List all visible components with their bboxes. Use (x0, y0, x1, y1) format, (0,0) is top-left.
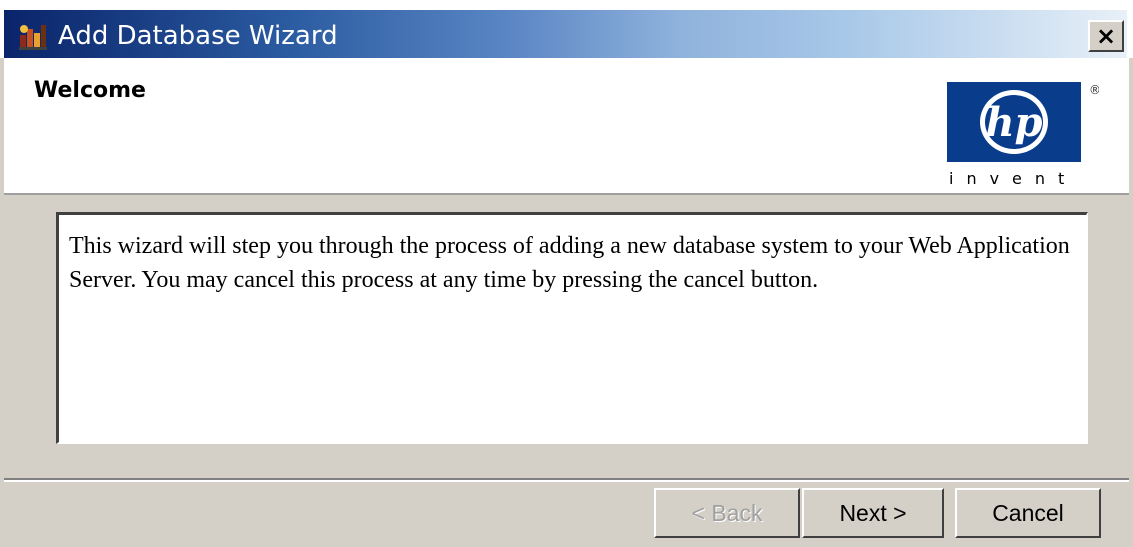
database-wizard-icon (19, 25, 47, 50)
wizard-header: Welcome hp ® invent (4, 58, 1129, 195)
window-title: Add Database Wizard (58, 21, 338, 51)
welcome-text-panel: This wizard will step you through the pr… (56, 212, 1088, 444)
title-bar[interactable]: Add Database Wizard × (0, 0, 1133, 58)
page-title: Welcome (34, 78, 146, 103)
cancel-button[interactable]: Cancel (955, 488, 1101, 538)
svg-text:hp: hp (985, 99, 1042, 146)
hp-invent-logo: hp ® invent (947, 82, 1099, 188)
svg-text:invent: invent (949, 169, 1077, 188)
wizard-window: Add Database Wizard × Welcome hp ® inven… (0, 0, 1133, 547)
back-button[interactable]: < Back (654, 488, 800, 538)
close-button[interactable]: × (1088, 20, 1124, 52)
button-separator (4, 478, 1129, 482)
svg-text:®: ® (1089, 83, 1099, 97)
next-button[interactable]: Next > (802, 488, 944, 538)
welcome-description: This wizard will step you through the pr… (69, 233, 1070, 293)
close-icon: × (1095, 22, 1117, 50)
